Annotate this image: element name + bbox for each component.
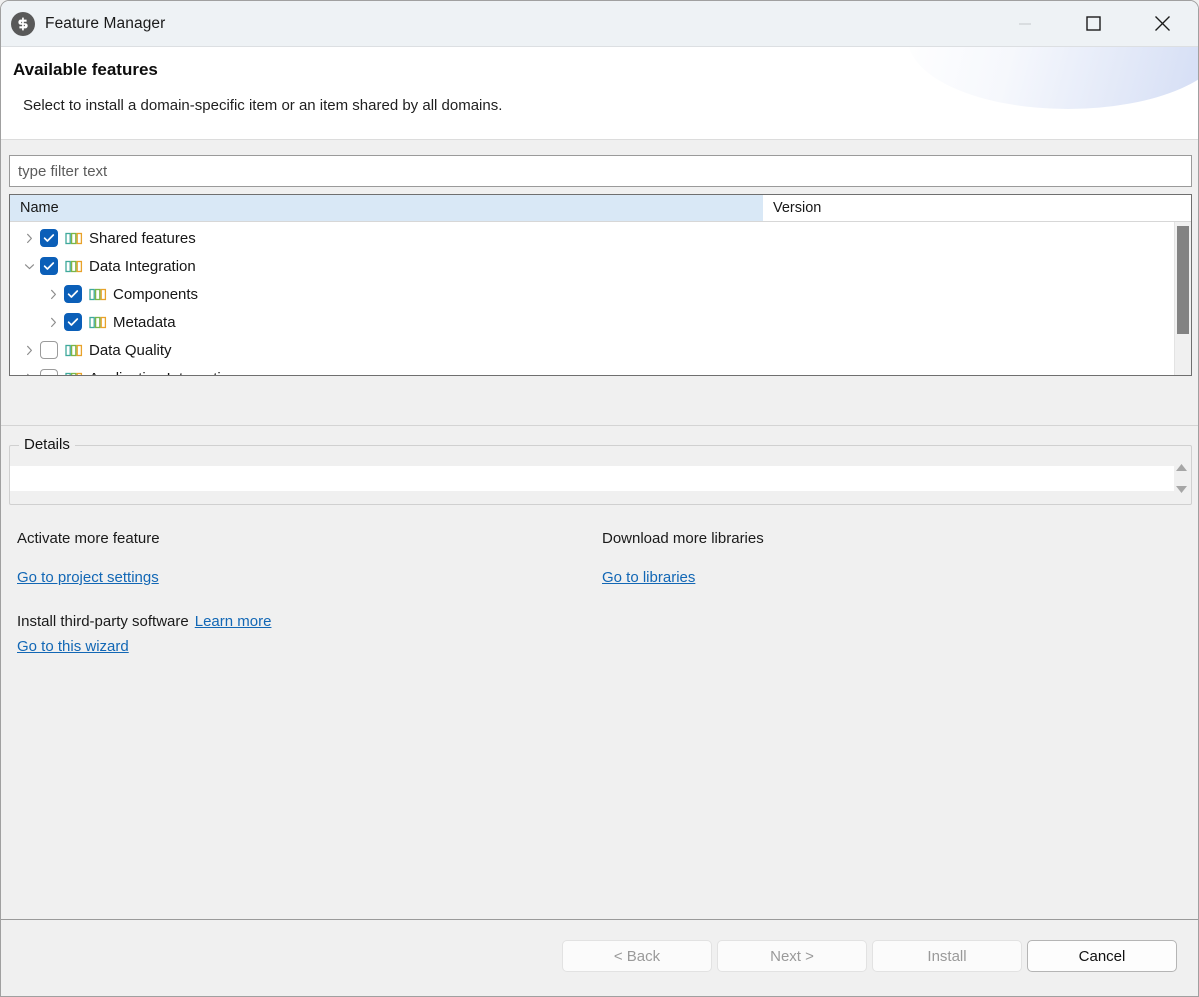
- column-header-version[interactable]: Version: [763, 195, 1191, 221]
- feature-bars-icon: [65, 232, 83, 245]
- chevron-right-icon: [48, 289, 59, 300]
- tree-expand-toggle[interactable]: [18, 224, 40, 252]
- feature-bars-icon: [65, 372, 83, 376]
- filter-input-wrapper[interactable]: type filter text: [9, 155, 1192, 187]
- links-column-right: Download more libraries Go to libraries: [602, 530, 764, 587]
- details-scroll-steppers[interactable]: [1173, 463, 1189, 494]
- tree-row[interactable]: Shared features: [10, 224, 1191, 252]
- tree-row[interactable]: Data Integration: [10, 252, 1191, 280]
- window-controls: [990, 1, 1198, 47]
- details-group: Details: [9, 445, 1192, 505]
- go-to-project-settings-link[interactable]: Go to project settings: [17, 569, 159, 586]
- go-to-libraries-link[interactable]: Go to libraries: [602, 569, 695, 586]
- section-divider: [1, 425, 1199, 426]
- next-button: Next >: [717, 940, 867, 972]
- feature-checkbox[interactable]: [40, 369, 58, 375]
- chevron-right-icon: [24, 233, 35, 244]
- tree-row-label: Application Integration: [89, 370, 237, 376]
- tree-expand-toggle[interactable]: [18, 364, 40, 375]
- tree-row-list: Shared features Data Integration Component…: [10, 222, 1191, 375]
- feature-checkbox[interactable]: [64, 313, 82, 331]
- close-button[interactable]: [1126, 1, 1198, 47]
- wizard-button-row: < BackNext >InstallCancel: [562, 940, 1177, 972]
- install-button: Install: [872, 940, 1022, 972]
- feature-bars-icon: [89, 288, 107, 301]
- chevron-right-icon: [24, 373, 35, 376]
- feature-checkbox[interactable]: [64, 285, 82, 303]
- chevron-down-icon: [24, 261, 35, 272]
- tree-scrollbar-thumb[interactable]: [1177, 226, 1189, 334]
- feature-bars-icon: [65, 260, 83, 273]
- back-button: < Back: [562, 940, 712, 972]
- check-icon: [65, 314, 81, 330]
- tree-row-label: Data Integration: [89, 258, 196, 275]
- chevron-right-icon: [24, 345, 35, 356]
- app-logo-icon: [11, 12, 35, 36]
- content-area: type filter text Name Version Shared fea…: [1, 140, 1198, 997]
- details-legend: Details: [19, 436, 75, 453]
- tree-row[interactable]: Data Quality: [10, 336, 1191, 364]
- close-icon: [1154, 15, 1171, 32]
- check-icon: [41, 258, 57, 274]
- activate-more-feature-label: Activate more feature: [17, 530, 271, 547]
- chevron-right-icon: [48, 317, 59, 328]
- cancel-button[interactable]: Cancel: [1027, 940, 1177, 972]
- features-tree: Name Version Shared features Data Integra…: [9, 194, 1192, 376]
- window-title: Feature Manager: [45, 15, 165, 33]
- footer-bar: < BackNext >InstallCancel: [1, 920, 1199, 997]
- feature-bars-icon: [65, 231, 83, 245]
- tree-body: Shared features Data Integration Component…: [10, 222, 1191, 375]
- go-to-this-wizard-link[interactable]: Go to this wizard: [17, 638, 129, 655]
- maximize-button[interactable]: [1060, 1, 1126, 47]
- tree-expand-toggle[interactable]: [42, 308, 64, 336]
- maximize-icon: [1086, 16, 1101, 31]
- page-subtitle: Select to install a domain-specific item…: [23, 97, 502, 114]
- feature-manager-window: Feature Manager: [0, 0, 1199, 997]
- column-header-name[interactable]: Name: [10, 195, 763, 221]
- feature-bars-icon: [89, 315, 107, 329]
- window-frame: Feature Manager: [0, 0, 1199, 997]
- scroll-up-icon: [1175, 463, 1188, 472]
- tree-row-label: Shared features: [89, 230, 196, 247]
- feature-checkbox[interactable]: [40, 341, 58, 359]
- tree-expand-toggle[interactable]: [42, 280, 64, 308]
- tree-row[interactable]: Application Integration: [10, 364, 1191, 375]
- tree-row-label: Metadata: [113, 314, 176, 331]
- check-icon: [41, 230, 57, 246]
- tree-row-label: Data Quality: [89, 342, 172, 359]
- minimize-icon: [1019, 18, 1031, 30]
- banner-decoration: [908, 47, 1198, 109]
- check-icon: [65, 286, 81, 302]
- download-more-libraries-label: Download more libraries: [602, 530, 764, 547]
- feature-bars-icon: [65, 344, 83, 357]
- title-bar: Feature Manager: [1, 1, 1198, 47]
- tree-vertical-scrollbar[interactable]: [1174, 222, 1191, 375]
- feature-checkbox[interactable]: [40, 229, 58, 247]
- links-column-left: Activate more feature Go to project sett…: [17, 530, 271, 656]
- feature-bars-icon: [89, 316, 107, 329]
- feature-bars-icon: [65, 259, 83, 273]
- tree-row[interactable]: Metadata: [10, 308, 1191, 336]
- tree-row-label: Components: [113, 286, 198, 303]
- feature-bars-icon: [65, 371, 83, 375]
- feature-bars-icon: [65, 343, 83, 357]
- tree-expand-toggle[interactable]: [18, 336, 40, 364]
- page-title: Available features: [13, 60, 158, 80]
- feature-checkbox[interactable]: [40, 257, 58, 275]
- install-third-party-label: Install third-party software: [17, 613, 189, 630]
- tree-row[interactable]: Components: [10, 280, 1191, 308]
- feature-bars-icon: [89, 287, 107, 301]
- scroll-down-icon: [1175, 485, 1188, 494]
- learn-more-link[interactable]: Learn more: [195, 613, 272, 630]
- filter-placeholder: type filter text: [18, 163, 107, 180]
- tree-header-row: Name Version: [10, 195, 1191, 222]
- tree-collapse-toggle[interactable]: [18, 252, 40, 280]
- details-text-area[interactable]: [10, 466, 1174, 491]
- minimize-button[interactable]: [990, 1, 1060, 47]
- page-banner: Available features Select to install a d…: [1, 47, 1198, 140]
